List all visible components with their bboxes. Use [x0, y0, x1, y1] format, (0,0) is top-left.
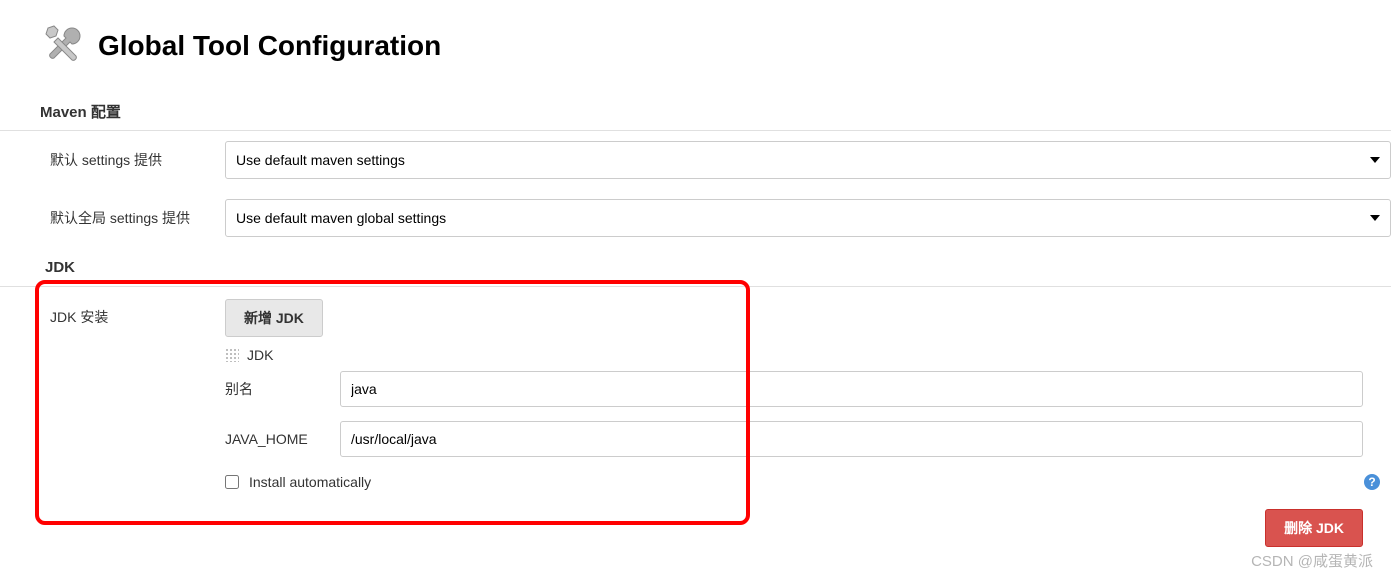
svg-text:?: ? — [1368, 475, 1375, 489]
maven-global-settings-label: 默认全局 settings 提供 — [50, 208, 225, 228]
jdk-section-heading: JDK — [0, 247, 1391, 287]
tools-icon — [40, 20, 88, 71]
jdk-alias-input[interactable] — [340, 371, 1363, 407]
maven-global-settings-row: 默认全局 settings 提供 Use default maven globa… — [0, 189, 1391, 247]
maven-settings-select[interactable]: Use default maven settings — [225, 141, 1391, 179]
maven-global-settings-select[interactable]: Use default maven global settings — [225, 199, 1391, 237]
install-auto-label: Install automatically — [249, 474, 371, 490]
watermark: CSDN @咸蛋黄派 — [1251, 550, 1373, 571]
page-header: Global Tool Configuration — [0, 20, 1391, 91]
maven-section-heading: Maven 配置 — [0, 91, 1391, 131]
jdk-alias-label: 别名 — [225, 379, 340, 399]
jdk-entry-heading: JDK — [247, 347, 273, 363]
maven-settings-label: 默认 settings 提供 — [50, 150, 225, 170]
help-icon[interactable]: ? — [1363, 473, 1381, 491]
java-home-label: JAVA_HOME — [225, 431, 340, 447]
java-home-input[interactable] — [340, 421, 1363, 457]
jdk-install-label: JDK 安装 — [50, 299, 225, 461]
maven-settings-row: 默认 settings 提供 Use default maven setting… — [0, 131, 1391, 189]
delete-jdk-button[interactable]: 删除 JDK — [1265, 509, 1363, 547]
page-title: Global Tool Configuration — [98, 30, 441, 62]
drag-handle-icon[interactable] — [225, 348, 239, 362]
add-jdk-button[interactable]: 新增 JDK — [225, 299, 323, 337]
install-auto-checkbox[interactable] — [225, 475, 239, 489]
